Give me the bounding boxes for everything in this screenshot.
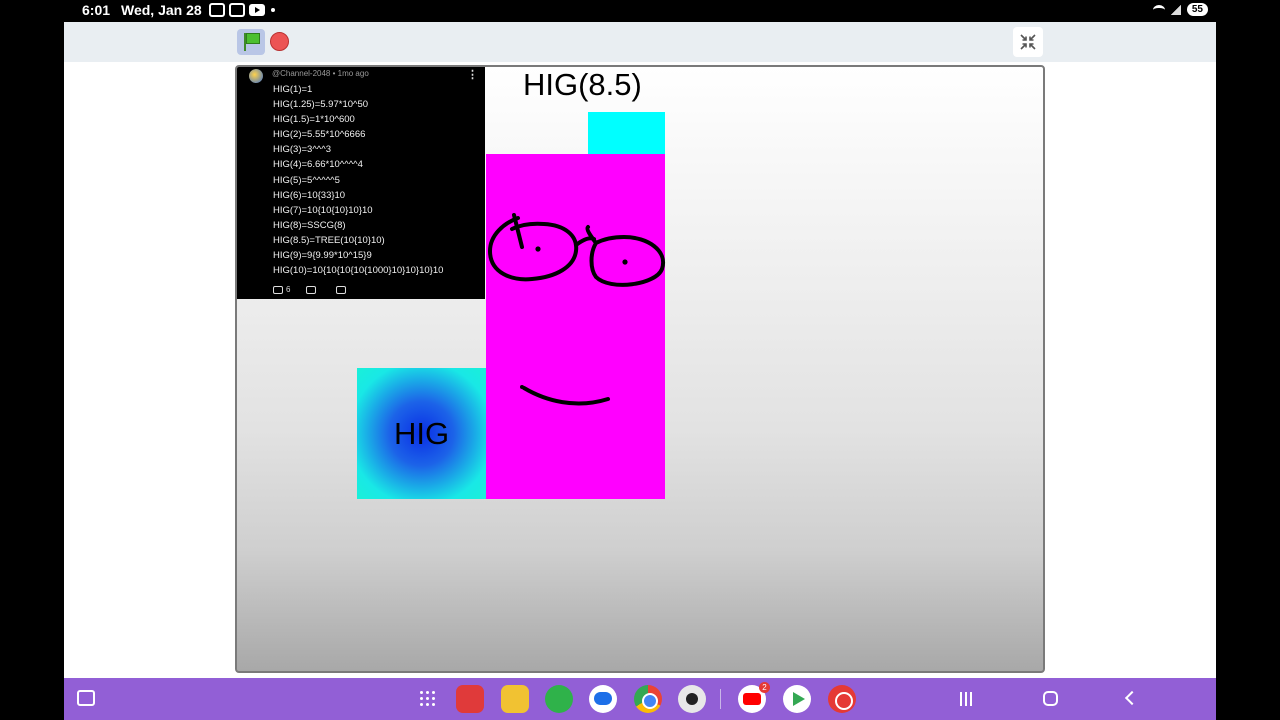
youtube-comment-screenshot: @Channel-2048 • 1mo ago ⋮ HIG(1)=1 HIG(1…	[237, 67, 485, 299]
android-nav-bar: 2	[64, 678, 1216, 720]
notification-icons	[209, 3, 275, 17]
comment-text: HIG(1)=1 HIG(1.25)=5.97*10^50 HIG(1.5)=1…	[273, 82, 443, 278]
phone-app-icon[interactable]	[545, 685, 573, 713]
youtube-notification-icon	[249, 4, 265, 16]
wifi-icon	[1152, 4, 1165, 15]
back-button[interactable]	[1124, 690, 1140, 706]
green-flag-cloth	[246, 33, 260, 44]
comment-line: HIG(5)=5^^^^^5	[273, 174, 340, 186]
comment-actions: 6	[273, 285, 347, 294]
thumbs-up-icon	[273, 285, 283, 294]
signal-icon	[1170, 4, 1181, 15]
files-app-icon[interactable]	[501, 685, 529, 713]
comment-line: HIG(4)=6.66*10^^^^4	[273, 159, 363, 171]
app-drawer-icon[interactable]	[420, 691, 436, 707]
comment-line: HIG(6)=10{33}10	[273, 189, 346, 201]
player-toolbar	[64, 22, 1216, 62]
stage-title: HIG(8.5)	[523, 67, 642, 102]
system-icons: 55	[1152, 3, 1208, 16]
dock-divider	[720, 689, 721, 709]
cyan-top-block	[588, 112, 665, 154]
comment-line: HIG(7)=10{10{10}10}10	[273, 204, 373, 216]
status-time: 6:01	[82, 2, 111, 18]
kinemaster-app-icon[interactable]	[828, 685, 856, 713]
status-date: Wed, Jan 28	[121, 2, 202, 18]
camera-app-icon[interactable]	[678, 685, 706, 713]
stop-button[interactable]	[270, 32, 289, 51]
comment-line: HIG(1)=1	[273, 84, 313, 95]
left-letterbox	[0, 0, 64, 720]
comment-line: HIG(2)=5.55*10^6666	[273, 129, 366, 141]
fullscreen-exit-icon	[1020, 34, 1036, 50]
hig-character-block: HIG	[357, 368, 486, 499]
messages-app-icon[interactable]	[589, 685, 617, 713]
project-stage[interactable]: @Channel-2048 • 1mo ago ⋮ HIG(1)=1 HIG(1…	[235, 65, 1045, 673]
play-store-app-icon[interactable]	[783, 685, 811, 713]
comment-line: HIG(1.5)=1*10^600	[273, 114, 355, 126]
hig-character-label: HIG	[393, 415, 450, 451]
comment-line: HIG(1.25)=5.97*10^50	[273, 99, 369, 111]
comment-meta: @Channel-2048 • 1mo ago	[272, 69, 369, 78]
exit-fullscreen-button[interactable]	[1013, 27, 1043, 57]
comment-line: HIG(8)=SSCG(8)	[273, 219, 346, 231]
scratch-player: @Channel-2048 • 1mo ago ⋮ HIG(1)=1 HIG(1…	[64, 22, 1216, 678]
battery-indicator: 55	[1186, 3, 1208, 16]
right-letterbox	[1216, 0, 1280, 720]
comment-line: HIG(3)=3^^^3	[273, 144, 331, 156]
comment-line: HIG(9)=9{9.99*10^15}9	[273, 250, 372, 262]
character-face	[487, 213, 666, 406]
more-notifications-dot-icon	[271, 8, 275, 12]
reply-icon	[336, 285, 347, 294]
recents-button[interactable]	[960, 692, 974, 706]
comment-line: HIG(8.5)=TREE(10{10}10)	[273, 234, 385, 246]
screen-mirror-icon[interactable]	[77, 690, 95, 706]
home-button[interactable]	[1043, 691, 1058, 706]
commenter-avatar	[249, 69, 263, 83]
like-count: 6	[286, 285, 291, 294]
green-flag-button[interactable]	[237, 29, 265, 55]
status-bar: 6:01 Wed, Jan 28 55	[64, 0, 1216, 22]
kebab-menu-icon: ⋮	[467, 69, 478, 81]
chrome-app-icon[interactable]	[634, 685, 662, 713]
youtube-notification-badge: 2	[759, 682, 770, 693]
screenshot-icon	[209, 3, 225, 17]
notes-app-icon[interactable]	[456, 685, 484, 713]
comment-line: HIG(10)=10{10{10{10{1000}10}10}10}10	[273, 265, 444, 277]
thumbs-down-icon	[306, 285, 317, 294]
screen-record-icon	[229, 3, 245, 17]
